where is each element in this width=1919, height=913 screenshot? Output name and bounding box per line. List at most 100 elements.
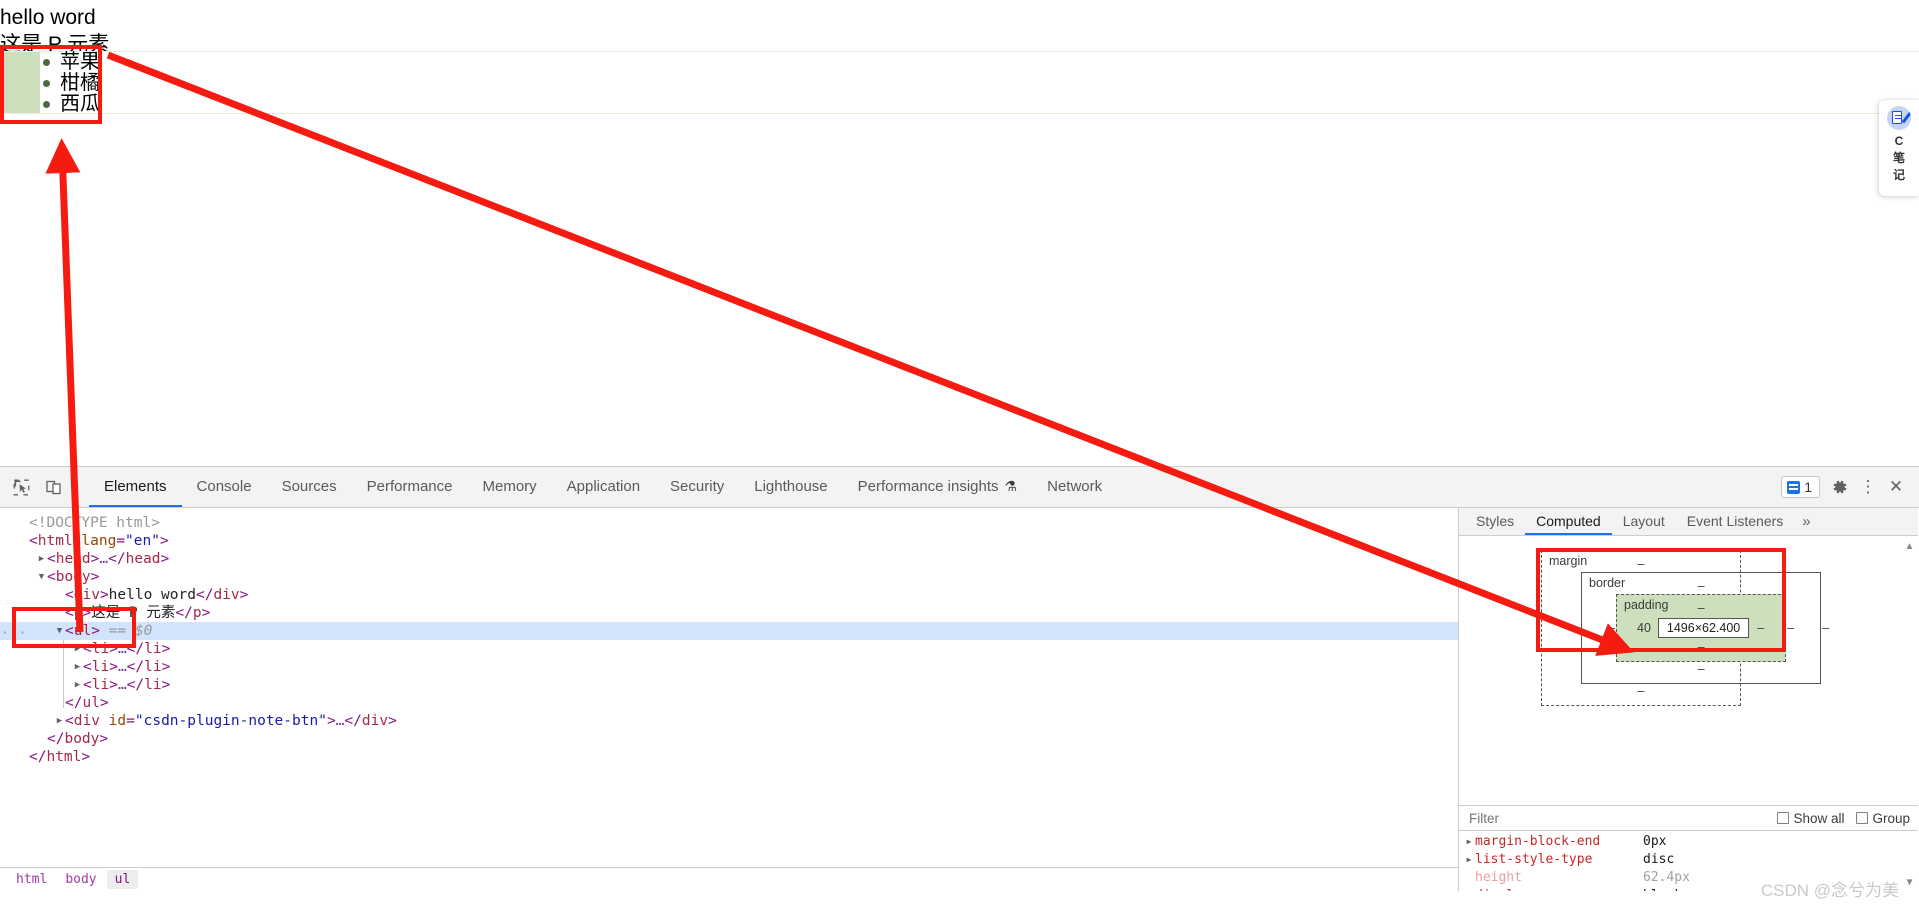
computed-property-row[interactable]: ▶ margin-block-end 0px [1459,833,1918,851]
tab-elements[interactable]: Elements [89,468,182,507]
dom-node-ul[interactable]: </ul> [0,694,1458,712]
dom-node-head[interactable]: ▶ <head>…</head> [0,550,1458,568]
box-model-padding[interactable]: padding – 40 1496×62.400 – – [1616,594,1787,662]
sidebar-tab-computed[interactable]: Computed [1525,508,1612,535]
computed-filter-bar: Show all Group [1459,805,1918,831]
tab-performance-insights[interactable]: Performance insights ⚗ [843,468,1032,507]
twisty-icon[interactable]: ▼ [54,622,65,640]
dom-node-li[interactable]: ▶ <li>…</li> [0,676,1458,694]
tab-lighthouse[interactable]: Lighthouse [739,468,842,507]
message-icon [1787,480,1801,494]
tab-security[interactable]: Security [655,468,739,507]
margin-left-value[interactable]: – [1572,621,1581,635]
token: < [47,551,56,567]
computed-property-row[interactable]: height 62.4px [1459,869,1918,887]
padding-left-value[interactable]: 40 [1637,621,1651,635]
dom-node-ul[interactable]: ··· ▼ <ul> == $0 [0,622,1458,641]
tag-name: li [91,659,110,675]
twisty-icon[interactable]: ▶ [72,676,83,694]
property-twisty-icon[interactable]: ▶ [1463,851,1475,869]
gear-icon[interactable] [1827,474,1853,500]
scroll-up-arrow[interactable]: ▲ [1903,540,1916,553]
tab-memory[interactable]: Memory [467,468,551,507]
content-size-value[interactable]: 1496×62.400 [1657,618,1750,638]
margin-bottom-value[interactable]: – [1572,684,1710,699]
dom-node-div[interactable]: <div>hello word</div> [0,586,1458,604]
border-left-value[interactable]: – [1607,621,1616,635]
property-twisty-icon[interactable]: ▶ [1463,887,1475,891]
breadcrumb-item-body[interactable]: body [57,870,104,889]
dom-node-p[interactable]: <p>这是 P 元素</p> [0,604,1458,622]
tab-network[interactable]: Network [1032,468,1117,507]
scroll-down-arrow[interactable]: ▼ [1903,876,1916,889]
devtools-toolbar: Elements Console Sources Performance Memory A… [0,467,1919,508]
dom-node-doctype[interactable]: <!DOCTYPE html> [0,514,1458,532]
close-icon[interactable]: ✕ [1883,474,1909,500]
sidebar-tab-list: Styles Computed Layout Event Listeners» [1459,508,1918,536]
attr-value: "csdn-plugin-note-btn" [134,713,327,729]
twisty-icon[interactable]: ▶ [54,712,65,730]
tag-name: html [37,533,73,549]
group-checkbox[interactable]: Group [1856,811,1910,826]
dom-node-div[interactable]: ▶ <div id="csdn-plugin-note-btn">…</div> [0,712,1458,730]
token: = [126,713,135,729]
token: > [99,731,109,747]
dom-node-html[interactable]: <html lang="en"> [0,532,1458,550]
dom-node-li[interactable]: ▶ <li>…</li> [0,640,1458,658]
tab-application[interactable]: Application [552,468,655,507]
show-all-checkbox-box[interactable] [1777,812,1790,824]
padding-right-value[interactable]: – [1756,621,1765,635]
token: < [65,587,74,603]
computed-properties-list: ▶ margin-block-end 0px ▶ list-style-type disc… [1459,831,1918,891]
border-bottom-value[interactable]: – [1607,662,1795,677]
token: </ [195,587,214,603]
tab-performance[interactable]: Performance [352,468,468,507]
sidebar-tab-event-listeners[interactable]: Event Listeners [1676,508,1795,535]
sidebar-tab-styles[interactable]: Styles [1465,508,1525,535]
message-count-badge[interactable]: 1 [1781,476,1820,498]
twisty-icon[interactable]: ▶ [72,658,83,676]
twisty-icon[interactable]: ▼ [36,568,47,586]
device-toolbar-icon[interactable] [42,476,64,498]
tag-name: div [361,713,389,729]
box-model-border[interactable]: border – – padding – 40 1496×62.400 – – … [1581,572,1822,684]
token: > [109,641,118,657]
tab-label: Elements [104,478,167,495]
margin-right-value[interactable]: – [1821,621,1830,635]
sidebar-more-tabs-icon[interactable]: » [1794,508,1818,535]
collapsed-ellipsis: … [117,641,127,657]
sidebar-tab-layout[interactable]: Layout [1612,508,1676,535]
property-twisty-icon[interactable]: ▶ [1463,833,1475,851]
dom-node-li[interactable]: ▶ <li>…</li> [0,658,1458,676]
twisty-icon[interactable]: ▶ [72,640,83,658]
box-model-margin[interactable]: margin – – border – – padding – 40 1496×… [1541,550,1829,706]
devtools-panel: Elements Console Sources Performance Memory A… [0,466,1919,913]
token: > [91,623,100,639]
border-right-value[interactable]: – [1786,621,1795,635]
show-all-checkbox[interactable]: Show all [1777,811,1844,826]
breadcrumb: html body ul [0,867,1458,891]
dom-node-body[interactable]: ▼ <body> [0,568,1458,586]
kebab-menu-icon[interactable]: ⋮ [1855,474,1881,500]
dom-node-html[interactable]: </html> [0,748,1458,766]
computed-property-row[interactable]: ▶displayblock [1459,887,1918,891]
padding-bottom-value[interactable]: – [1637,640,1765,655]
breadcrumb-item-ul[interactable]: ul [106,870,139,889]
tag-name: head [55,551,91,567]
tab-label: Console [196,478,252,495]
computed-property-row[interactable]: ▶ list-style-type disc [1459,851,1918,869]
tab-sources[interactable]: Sources [267,468,352,507]
tab-console[interactable]: Console [182,468,267,507]
inspect-element-icon[interactable] [10,476,32,498]
border-top-value[interactable]: – [1607,579,1795,594]
selected-node-ref: == $0 [99,623,153,639]
filter-input[interactable] [1467,809,1766,827]
breadcrumb-item-html[interactable]: html [8,870,55,889]
group-checkbox-box[interactable] [1856,812,1869,824]
margin-top-value[interactable]: – [1572,557,1710,572]
attr-name: lang [81,533,117,549]
csdn-note-widget[interactable]: C 笔 记 [1879,100,1919,196]
browser-viewport: hello word 这是 P 元素 苹果 柑橘 西瓜 C 笔 记 [0,0,1919,466]
dom-node-body[interactable]: </body> [0,730,1458,748]
twisty-icon[interactable]: ▶ [36,550,47,568]
